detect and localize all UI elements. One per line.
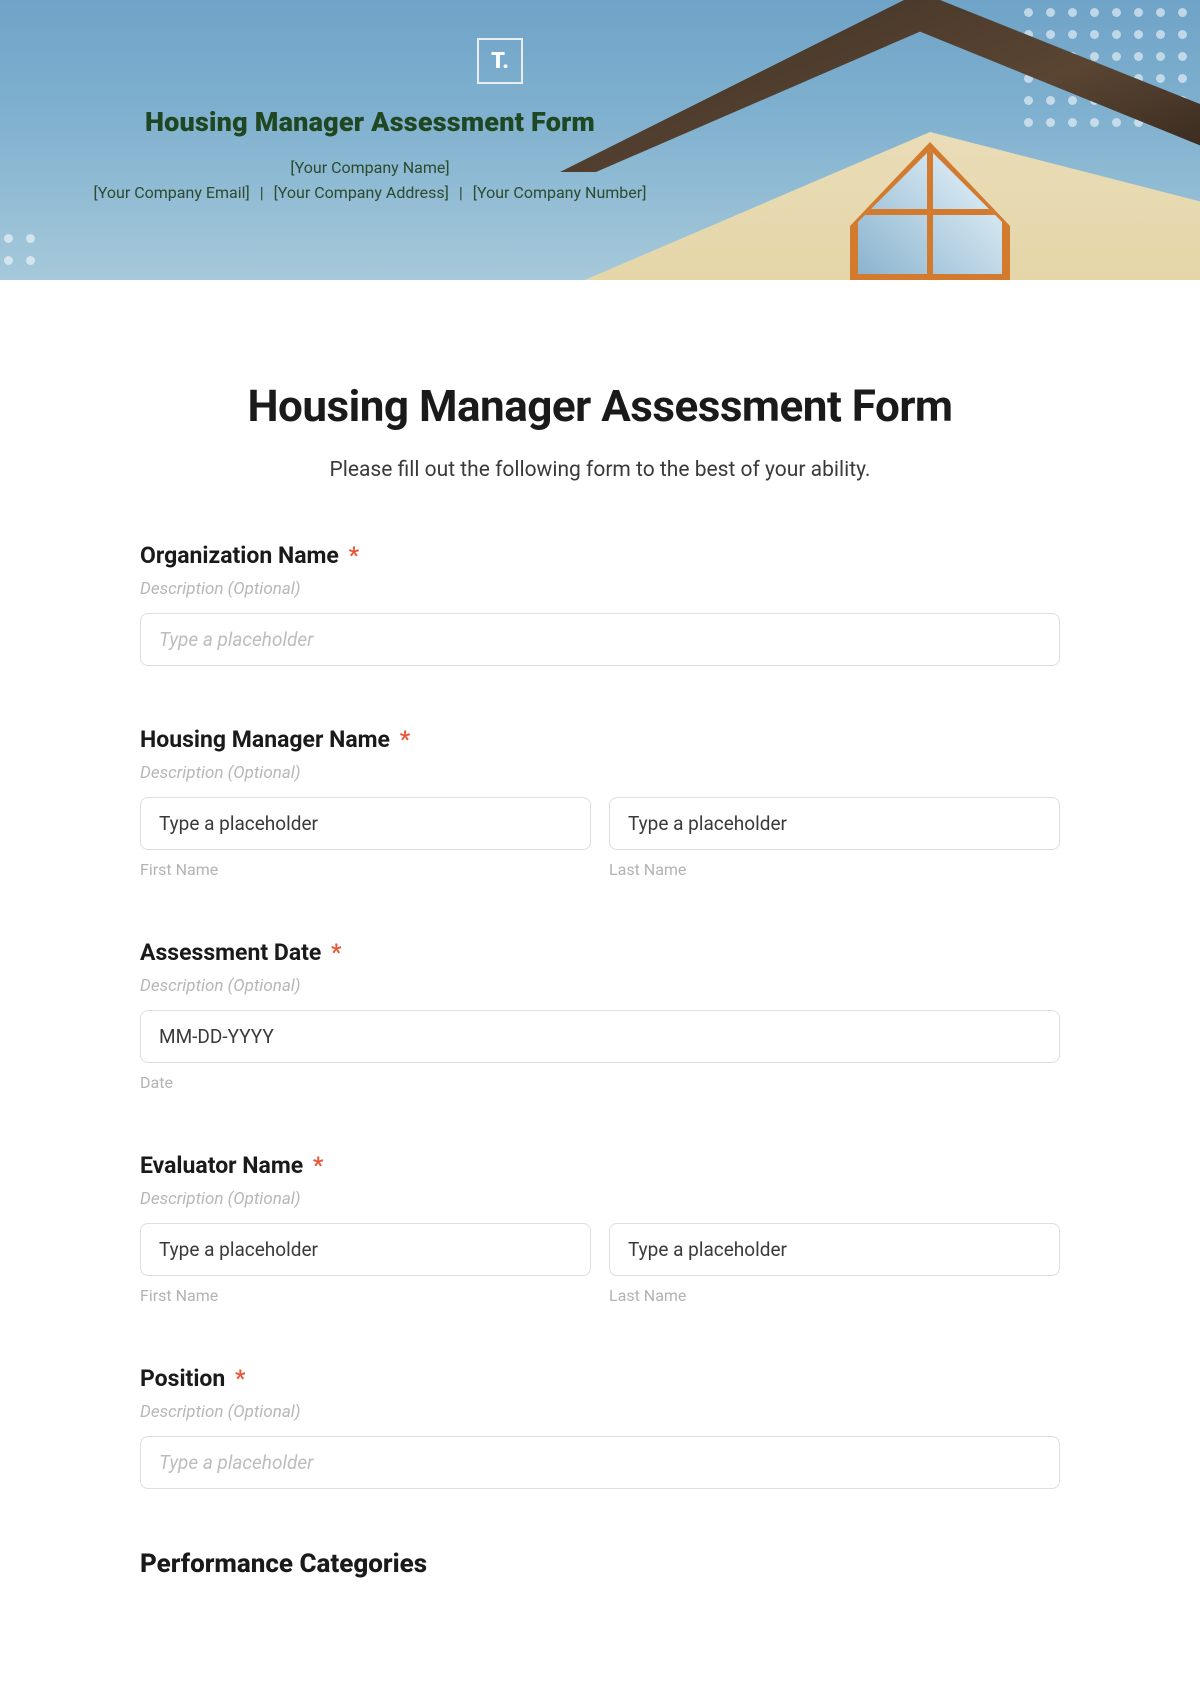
label-organization-name: Organization Name xyxy=(140,542,339,569)
evaluator-last-name-input[interactable] xyxy=(609,1223,1060,1276)
sublabel-last-name: Last Name xyxy=(609,860,1060,879)
required-mark: * xyxy=(400,726,410,753)
label-evaluator-name: Evaluator Name xyxy=(140,1152,303,1179)
label-housing-manager-name: Housing Manager Name xyxy=(140,726,390,753)
decorative-dots-left xyxy=(4,234,38,268)
section-performance-categories: Performance Categories xyxy=(140,1549,1060,1579)
sublabel-date: Date xyxy=(140,1073,1060,1092)
sublabel-first-name: First Name xyxy=(140,1286,591,1305)
organization-name-input[interactable] xyxy=(140,613,1060,666)
field-housing-manager-name: Housing Manager Name * Description (Opti… xyxy=(140,726,1060,879)
label-position: Position xyxy=(140,1365,225,1392)
hero-title: Housing Manager Assessment Form xyxy=(50,106,690,138)
description-text: Description (Optional) xyxy=(140,579,1060,599)
field-position: Position * Description (Optional) xyxy=(140,1365,1060,1489)
field-assessment-date: Assessment Date * Description (Optional)… xyxy=(140,939,1060,1092)
required-mark: * xyxy=(349,542,359,569)
hero-company-line2: [Your Company Email] | [Your Company Add… xyxy=(50,181,690,206)
evaluator-first-name-input[interactable] xyxy=(140,1223,591,1276)
required-mark: * xyxy=(235,1365,245,1392)
window-icon xyxy=(850,142,1010,280)
description-text: Description (Optional) xyxy=(140,1402,1060,1422)
assessment-date-input[interactable] xyxy=(140,1010,1060,1063)
manager-first-name-input[interactable] xyxy=(140,797,591,850)
description-text: Description (Optional) xyxy=(140,1189,1060,1209)
form-container: Housing Manager Assessment Form Please f… xyxy=(140,280,1060,1619)
hero-banner: T. Housing Manager Assessment Form [Your… xyxy=(0,0,1200,280)
position-input[interactable] xyxy=(140,1436,1060,1489)
sublabel-last-name: Last Name xyxy=(609,1286,1060,1305)
page-title: Housing Manager Assessment Form xyxy=(140,380,1060,432)
description-text: Description (Optional) xyxy=(140,763,1060,783)
label-assessment-date: Assessment Date xyxy=(140,939,321,966)
manager-last-name-input[interactable] xyxy=(609,797,1060,850)
description-text: Description (Optional) xyxy=(140,976,1060,996)
required-mark: * xyxy=(331,939,341,966)
field-organization-name: Organization Name * Description (Optiona… xyxy=(140,542,1060,666)
hero-company-line1: [Your Company Name] xyxy=(50,156,690,181)
brand-logo: T. xyxy=(477,38,523,84)
required-mark: * xyxy=(313,1152,323,1179)
form-intro: Please fill out the following form to th… xyxy=(140,458,1060,482)
field-evaluator-name: Evaluator Name * Description (Optional) … xyxy=(140,1152,1060,1305)
sublabel-first-name: First Name xyxy=(140,860,591,879)
